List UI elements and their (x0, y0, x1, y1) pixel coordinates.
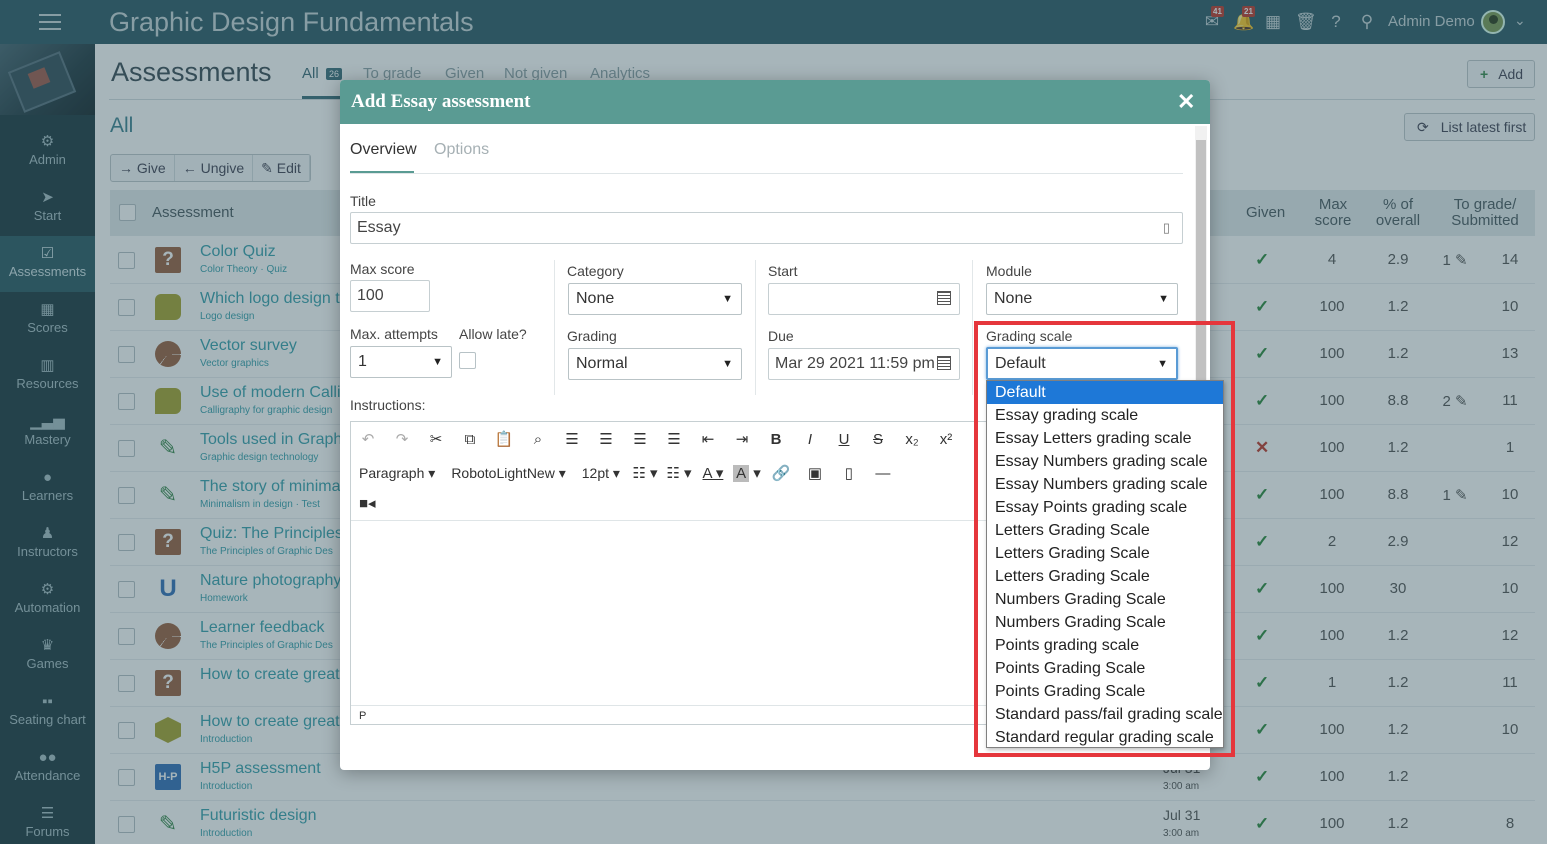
undo-icon[interactable]: ↶ (351, 430, 385, 448)
highlight-color-icon[interactable]: A ▾ (730, 464, 764, 482)
underline-icon[interactable]: U (827, 431, 861, 448)
strikethrough-icon[interactable]: S (861, 431, 895, 448)
align-left-icon[interactable]: ☰ (555, 430, 589, 448)
grading-select[interactable]: Normal ▼ (568, 348, 742, 380)
chevron-down-icon: ▼ (432, 356, 443, 368)
align-right-icon[interactable]: ☰ (623, 430, 657, 448)
highlight-annotation (974, 321, 1235, 757)
start-date-input[interactable] (768, 283, 960, 315)
editor-toolbar-row: ■◂ (351, 488, 376, 518)
horizontal-rule-icon[interactable]: — (866, 465, 900, 482)
divider (554, 260, 555, 395)
instructions-label: Instructions: (350, 397, 426, 413)
indent-icon[interactable]: ⇥ (725, 430, 759, 448)
max-attempts-label: Max. attempts (350, 326, 438, 342)
calendar-icon[interactable] (937, 356, 951, 370)
file-icon[interactable]: ▯ (832, 464, 866, 482)
category-label: Category (567, 263, 624, 279)
max-attempts-select[interactable]: 1 ▼ (350, 346, 452, 378)
chevron-down-icon: ▼ (722, 293, 733, 305)
video-icon[interactable]: ■◂ (351, 494, 376, 512)
close-icon[interactable]: ✕ (1177, 89, 1195, 115)
align-justify-icon[interactable]: ☰ (657, 430, 691, 448)
document-icon: ▯ (1162, 220, 1170, 235)
subscript-icon[interactable]: x₂ (895, 431, 929, 448)
outdent-icon[interactable]: ⇤ (691, 430, 725, 448)
max-score-input[interactable]: 100 (350, 280, 430, 312)
divider (755, 260, 756, 395)
max-score-label: Max score (350, 261, 415, 277)
title-label: Title (350, 193, 376, 209)
chevron-down-icon: ▼ (722, 358, 733, 370)
start-label: Start (768, 263, 798, 279)
category-select[interactable]: None ▼ (568, 283, 742, 315)
link-icon[interactable]: 🔗 (764, 464, 798, 482)
tab-overview[interactable]: Overview (350, 141, 417, 159)
italic-icon[interactable]: I (793, 431, 827, 448)
cut-icon[interactable]: ✂ (419, 430, 453, 448)
grading-label: Grading (567, 328, 617, 344)
text-color-icon[interactable]: A ▾ (696, 464, 730, 482)
font-family-dropdown[interactable]: RobotoLightNew ▾ (443, 465, 573, 482)
align-center-icon[interactable]: ☰ (589, 430, 623, 448)
redo-icon[interactable]: ↷ (385, 430, 419, 448)
module-select[interactable]: None ▼ (986, 283, 1178, 315)
modal-title: Add Essay assessment (351, 91, 531, 112)
paste-icon[interactable]: 📋 (487, 430, 521, 448)
bullet-list-icon[interactable]: ☷ ▾ (628, 464, 662, 482)
bold-icon[interactable]: B (759, 431, 793, 448)
editor-toolbar-row: ↶ ↷ ✂ ⧉ 📋 ⌕ ☰ ☰ ☰ ☰ ⇤ ⇥ B I U S x₂ x² (351, 424, 963, 454)
copy-icon[interactable]: ⧉ (453, 431, 487, 448)
image-icon[interactable]: ▣ (798, 464, 832, 482)
title-input[interactable]: Essay ▯ (350, 212, 1183, 244)
due-date-input[interactable]: Mar 29 2021 11:59 pm (768, 348, 960, 380)
divider (972, 260, 973, 395)
paragraph-format-dropdown[interactable]: Paragraph ▾ (351, 465, 443, 482)
allow-late-checkbox[interactable] (459, 352, 476, 369)
allow-late-label: Allow late? (459, 326, 527, 342)
find-icon[interactable]: ⌕ (521, 431, 555, 448)
font-size-dropdown[interactable]: 12pt ▾ (574, 465, 628, 482)
numbered-list-icon[interactable]: ☷ ▾ (662, 464, 696, 482)
due-label: Due (768, 328, 794, 344)
tab-options[interactable]: Options (434, 141, 489, 159)
superscript-icon[interactable]: x² (929, 431, 963, 448)
chevron-down-icon: ▼ (1158, 293, 1169, 305)
calendar-icon[interactable] (937, 291, 951, 305)
module-label: Module (986, 263, 1032, 279)
divider (350, 173, 1183, 174)
editor-toolbar-row: Paragraph ▾ RobotoLightNew ▾ 12pt ▾ ☷ ▾ … (351, 458, 900, 488)
modal-header: Add Essay assessment ✕ (340, 80, 1210, 124)
